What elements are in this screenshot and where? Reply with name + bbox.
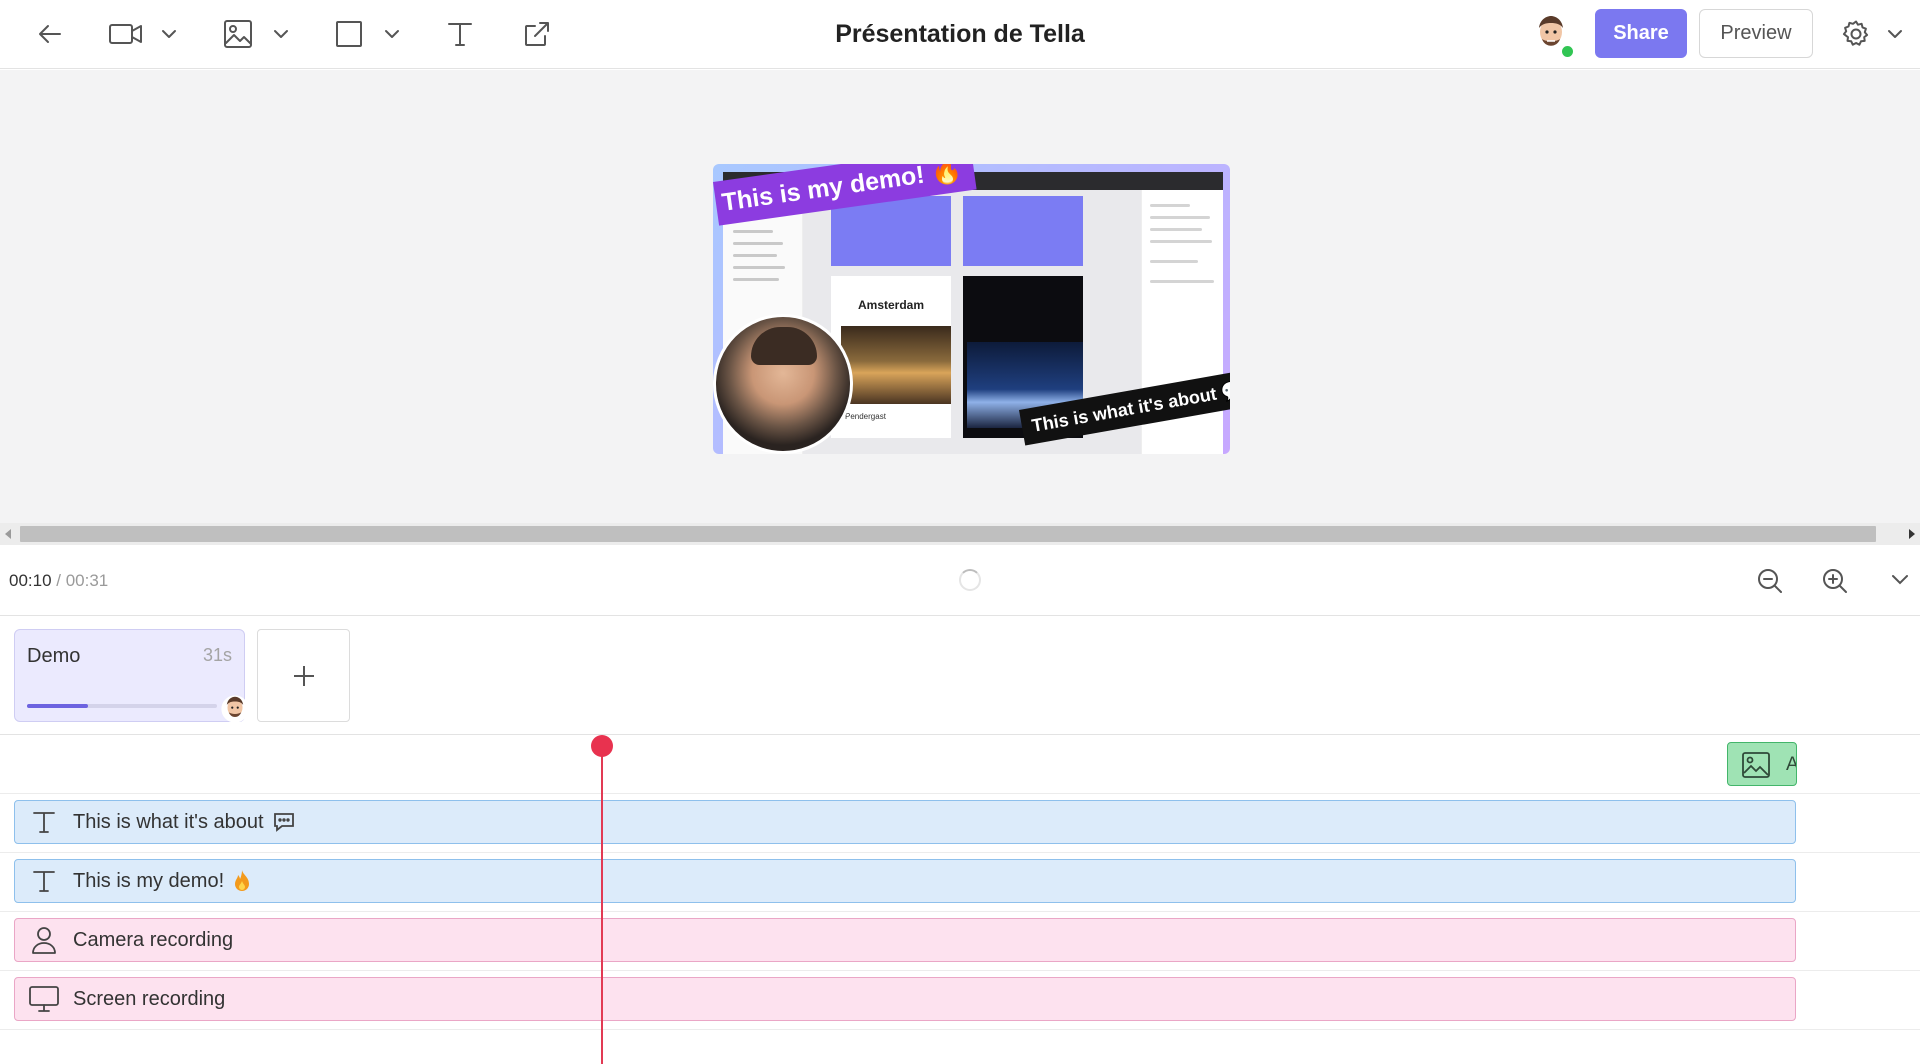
- clip-duration: 31s: [202, 645, 232, 665]
- loading-spinner-icon: [959, 569, 981, 591]
- text-icon: [29, 866, 59, 896]
- current-time: 00:10: [9, 571, 52, 590]
- image-dropdown-chevron-icon[interactable]: [268, 14, 294, 54]
- zoom-out-icon[interactable]: [1756, 567, 1784, 600]
- zoom-in-icon[interactable]: [1821, 567, 1849, 600]
- video-dropdown-chevron-icon[interactable]: [156, 14, 182, 54]
- clip-progress-track: [27, 704, 217, 708]
- shape-dropdown-chevron-icon[interactable]: [379, 14, 405, 54]
- place-label: Pendergast: [845, 412, 886, 421]
- settings-gear-icon[interactable]: [1838, 14, 1874, 54]
- text-track-demo[interactable]: This is my demo!: [14, 859, 1796, 903]
- phone-screen-amsterdam: Amsterdam Pendergast: [831, 276, 951, 438]
- text-icon: [29, 807, 59, 837]
- time-display: 00:10 / 00:31: [9, 571, 108, 591]
- monitor-icon: [29, 984, 59, 1014]
- timeline-options-chevron-icon[interactable]: [1891, 573, 1909, 591]
- settings-dropdown-chevron-icon[interactable]: [1882, 14, 1908, 54]
- playhead-handle[interactable]: [591, 735, 613, 757]
- timeline-header: 00:10 / 00:31: [0, 545, 1920, 616]
- time-separator: /: [51, 571, 66, 590]
- camera-recording-track[interactable]: Camera recording: [14, 918, 1796, 962]
- preview-button[interactable]: Preview: [1699, 9, 1813, 58]
- top-toolbar: Présentation de Tella Share Preview: [0, 0, 1920, 69]
- track-label: This is my demo!: [73, 869, 225, 892]
- image-icon[interactable]: [220, 14, 256, 54]
- track-label: Camera recording: [73, 928, 234, 951]
- share-button[interactable]: Share: [1595, 9, 1687, 58]
- track-label: This is what it's about: [73, 810, 264, 833]
- clip-progress-fill: [27, 704, 88, 708]
- person-icon: [29, 925, 59, 955]
- image-track-chip[interactable]: A: [1727, 742, 1797, 786]
- scroll-left-arrow-icon[interactable]: [5, 529, 11, 539]
- text-track-about[interactable]: This is what it's about: [14, 800, 1796, 844]
- add-clip-button[interactable]: [257, 629, 350, 722]
- horizontal-scrollbar[interactable]: [0, 523, 1920, 545]
- shape-square-icon[interactable]: [332, 14, 366, 54]
- clip-name: Demo: [27, 645, 81, 667]
- track-label: Screen recording: [73, 987, 226, 1010]
- scroll-right-arrow-icon[interactable]: [1909, 529, 1915, 539]
- external-link-icon[interactable]: [520, 14, 554, 54]
- city-label: Amsterdam: [857, 298, 925, 312]
- preview-stage: Amsterdam Pendergast This is my demo! 🔥 …: [0, 70, 1920, 523]
- video-camera-icon[interactable]: [106, 14, 146, 54]
- scrollbar-thumb[interactable]: [20, 526, 1876, 542]
- playhead-line: [601, 745, 603, 1064]
- back-arrow-icon[interactable]: [30, 14, 70, 54]
- video-preview[interactable]: Amsterdam Pendergast This is my demo! 🔥 …: [713, 164, 1230, 454]
- screen-recording-track[interactable]: Screen recording: [14, 977, 1796, 1021]
- clip-card-demo[interactable]: Demo 31s: [14, 629, 249, 723]
- text-icon[interactable]: [443, 14, 477, 54]
- image-chip-label: A: [1786, 754, 1796, 776]
- camera-bubble: [713, 314, 853, 454]
- plus-icon: [293, 665, 314, 686]
- image-icon: [1742, 752, 1770, 778]
- document-title-text[interactable]: Présentation de Tella: [835, 20, 1085, 48]
- clip-owner-avatar: [221, 695, 249, 723]
- total-time: 00:31: [65, 571, 109, 590]
- online-status-dot: [1560, 44, 1575, 59]
- fire-icon: [232, 869, 252, 893]
- clips-row: Demo 31s: [0, 617, 1920, 735]
- speech-bubble-icon: [272, 811, 296, 833]
- timeline-tracks: A This is what it's about This is my dem…: [0, 735, 1920, 1064]
